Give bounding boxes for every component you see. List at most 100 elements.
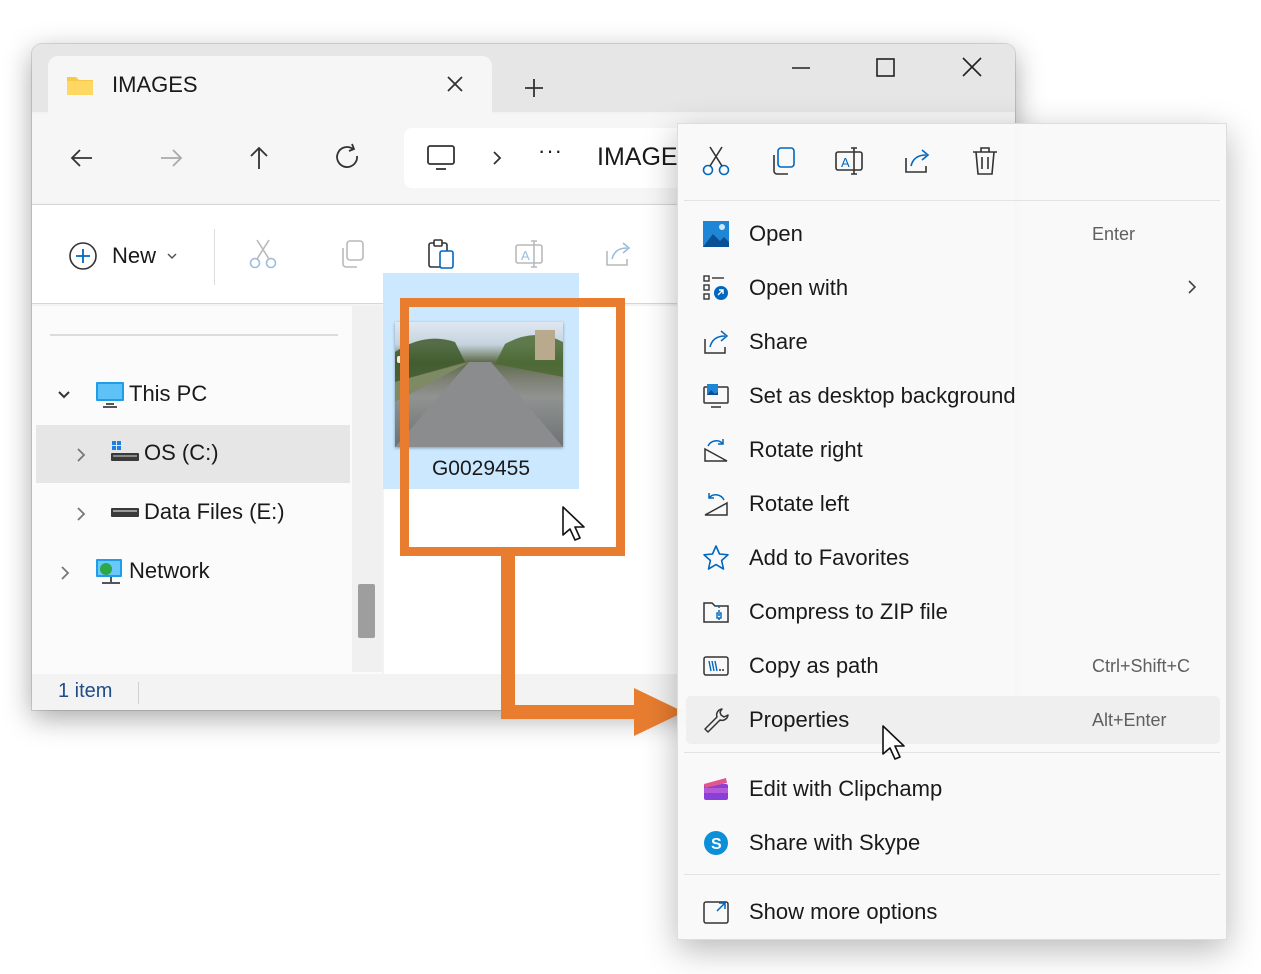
- menu-item-copy-as-path[interactable]: Copy as path Ctrl+Shift+C: [686, 642, 1220, 690]
- this-pc-icon: [94, 380, 126, 410]
- plus-circle-icon: [68, 241, 98, 271]
- menu-item-label: Share with Skype: [749, 830, 921, 855]
- menu-item-rotate-right[interactable]: Rotate right: [686, 426, 1220, 474]
- svg-text:A: A: [841, 155, 850, 170]
- menu-item-compress-zip[interactable]: Compress to ZIP file: [686, 588, 1220, 636]
- menu-item-set-desktop-background[interactable]: Set as desktop background: [686, 372, 1220, 420]
- menu-item-label: Open: [749, 221, 803, 246]
- up-arrow-icon[interactable]: [239, 138, 279, 178]
- share-icon[interactable]: [602, 237, 636, 271]
- svg-text:A: A: [521, 248, 530, 263]
- tab-title: IMAGES: [112, 72, 198, 97]
- open-with-icon: [702, 274, 730, 302]
- delete-icon[interactable]: [968, 144, 1002, 178]
- menu-item-label: Rotate left: [749, 491, 850, 516]
- mouse-pointer-icon: [562, 506, 585, 541]
- share-icon: [702, 328, 730, 356]
- navigation-pane: This PC OS (C:) Data Files (E:) Network: [32, 306, 382, 674]
- menu-item-label: Compress to ZIP file: [749, 599, 948, 624]
- menu-divider: [684, 874, 1220, 875]
- paste-icon[interactable]: [424, 237, 458, 271]
- tree-item-data-files[interactable]: Data Files (E:): [36, 484, 350, 542]
- this-pc-monitor-icon: [426, 144, 456, 172]
- new-label: New: [112, 243, 157, 268]
- chevron-right-icon[interactable]: [74, 506, 88, 522]
- menu-item-open[interactable]: Open Enter: [686, 210, 1220, 258]
- menu-item-label: Rotate right: [749, 437, 863, 462]
- menu-item-label: Properties: [749, 707, 850, 732]
- menu-item-open-with[interactable]: Open with: [686, 264, 1220, 312]
- chevron-down-icon: [166, 251, 178, 261]
- folder-icon: [66, 73, 94, 97]
- title-bar: IMAGES: [32, 44, 1015, 114]
- menu-item-share-with-skype[interactable]: S Share with Skype: [686, 819, 1220, 867]
- photos-app-icon: [702, 220, 730, 248]
- svg-text:S: S: [711, 836, 722, 853]
- minimize-icon[interactable]: [778, 52, 824, 82]
- menu-item-rotate-left[interactable]: Rotate left: [686, 480, 1220, 528]
- tree-label: Data Files (E:): [144, 499, 285, 524]
- copy-path-icon: [702, 652, 730, 680]
- skype-icon: S: [702, 829, 730, 857]
- chevron-right-icon[interactable]: [58, 565, 72, 581]
- copy-icon[interactable]: [335, 237, 369, 271]
- menu-item-add-to-favorites[interactable]: Add to Favorites: [686, 534, 1220, 582]
- rotate-left-icon: [702, 490, 730, 518]
- address-overflow[interactable]: ···: [538, 138, 563, 164]
- context-menu-quick-actions: A: [678, 124, 1226, 200]
- tab-images[interactable]: IMAGES: [48, 56, 492, 114]
- nav-scrollbar-thumb[interactable]: [358, 584, 375, 638]
- close-tab-icon[interactable]: [442, 71, 468, 97]
- menu-divider: [684, 200, 1220, 201]
- menu-item-edit-with-clipchamp[interactable]: Edit with Clipchamp: [686, 765, 1220, 813]
- wrench-icon: [702, 706, 730, 734]
- item-count: 1 item: [58, 680, 113, 702]
- menu-item-label: Show more options: [749, 899, 938, 924]
- tree-item-this-pc[interactable]: This PC: [36, 366, 350, 424]
- command-separator: [214, 229, 215, 285]
- chevron-down-icon[interactable]: [56, 388, 72, 402]
- menu-item-label: Copy as path: [749, 653, 879, 678]
- address-path-text[interactable]: IMAGE: [597, 143, 678, 172]
- new-button[interactable]: New: [68, 239, 178, 273]
- new-tab-plus-icon[interactable]: [518, 72, 550, 104]
- forward-arrow-icon[interactable]: [151, 138, 191, 178]
- close-window-icon[interactable]: [949, 52, 995, 82]
- share-icon[interactable]: [901, 144, 935, 178]
- tree-item-network[interactable]: Network: [36, 543, 350, 601]
- chevron-right-icon: [1186, 278, 1198, 296]
- rename-icon[interactable]: A: [833, 144, 867, 178]
- menu-item-show-more-options[interactable]: Show more options: [686, 888, 1220, 936]
- menu-item-label: Add to Favorites: [749, 545, 910, 570]
- menu-item-shortcut: Ctrl+Shift+C: [1092, 656, 1191, 676]
- tree-item-os-drive[interactable]: OS (C:): [36, 425, 350, 483]
- annotation-highlight-box: [400, 298, 625, 556]
- maximize-icon[interactable]: [863, 52, 909, 82]
- context-menu: A Open Enter Open with Share Set as desk…: [677, 123, 1227, 940]
- menu-item-label: Open with: [749, 275, 849, 300]
- menu-item-properties[interactable]: Properties Alt+Enter: [686, 696, 1220, 744]
- menu-divider: [684, 752, 1220, 753]
- menu-item-shortcut: Enter: [1092, 224, 1136, 244]
- menu-item-label: Edit with Clipchamp: [749, 776, 943, 801]
- refresh-icon[interactable]: [328, 138, 368, 178]
- tree-label: This PC: [129, 381, 208, 406]
- tree-label: Network: [129, 558, 210, 583]
- back-arrow-icon[interactable]: [62, 138, 102, 178]
- clipchamp-icon: [702, 775, 730, 803]
- menu-item-label: Share: [749, 329, 808, 354]
- os-drive-icon: [110, 439, 140, 467]
- cut-icon[interactable]: [699, 144, 733, 178]
- network-icon: [94, 557, 126, 589]
- rotate-right-icon: [702, 436, 730, 464]
- menu-item-label: Set as desktop background: [749, 383, 1016, 408]
- copy-icon[interactable]: [766, 144, 800, 178]
- rename-icon[interactable]: A: [513, 237, 547, 271]
- chevron-right-icon[interactable]: [74, 447, 88, 463]
- more-options-icon: [702, 898, 730, 926]
- menu-item-share[interactable]: Share: [686, 318, 1220, 366]
- tree-label: OS (C:): [144, 440, 219, 465]
- desktop-background-icon: [702, 382, 730, 410]
- chevron-right-icon[interactable]: [490, 150, 504, 166]
- cut-icon[interactable]: [246, 237, 280, 271]
